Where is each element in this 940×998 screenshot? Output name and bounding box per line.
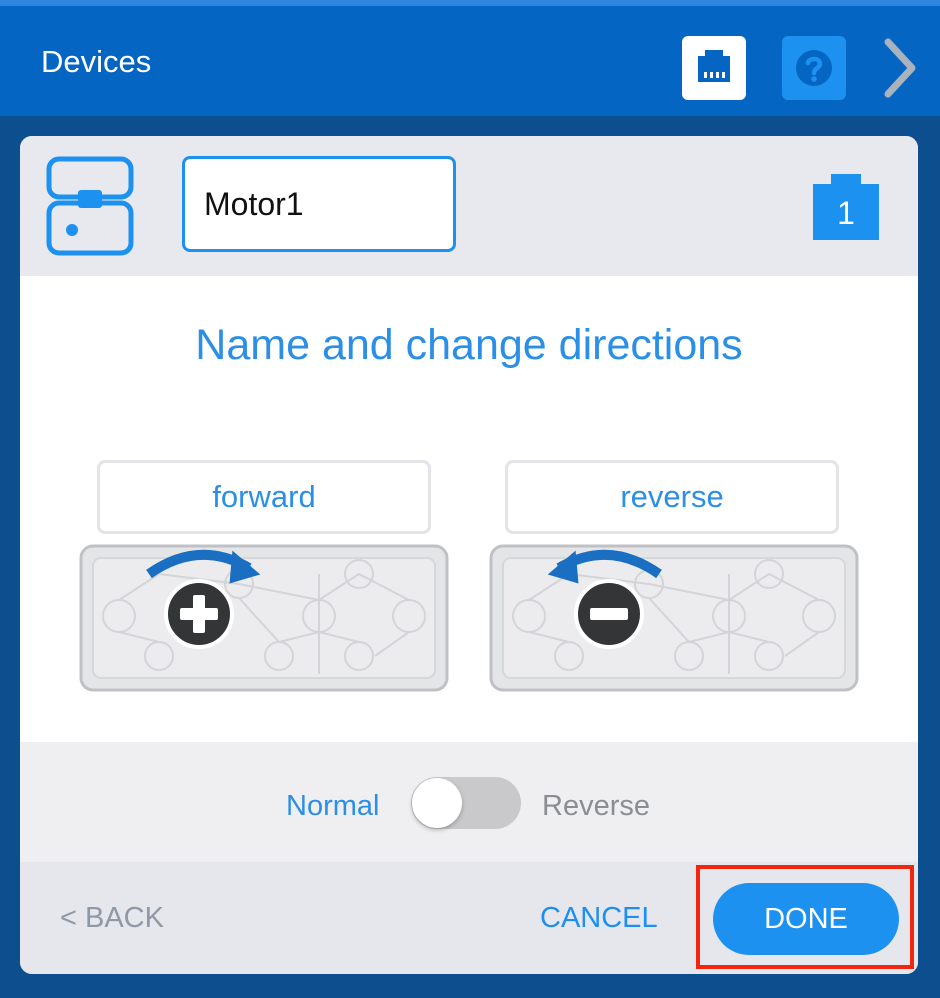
back-button[interactable]: < BACK [60, 902, 164, 935]
motor-device-icon [46, 156, 134, 256]
page-title: Devices [41, 44, 152, 79]
help-button[interactable] [782, 36, 846, 100]
cancel-button[interactable]: CANCEL [540, 902, 658, 935]
next-chevron-button[interactable] [876, 30, 924, 106]
device-header: 1 [20, 136, 918, 276]
direction-toggle-switch[interactable] [411, 777, 521, 829]
ethernet-port-icon [698, 50, 730, 82]
normal-label: Normal [286, 790, 380, 822]
port-settings-button[interactable] [682, 36, 746, 100]
motor-forward-illustration [79, 544, 449, 692]
forward-label: forward [97, 460, 431, 534]
section-title: Name and change directions [195, 321, 743, 369]
app-header: Devices [0, 6, 940, 116]
toggle-knob [412, 778, 462, 828]
reverse-label: reverse [505, 460, 839, 534]
device-name-input[interactable] [182, 156, 456, 252]
device-config-panel: 1 Name and change directions forward rev… [20, 136, 918, 974]
port-number: 1 [837, 194, 855, 231]
direction-toggle-row: Normal Reverse [20, 742, 918, 862]
question-icon [796, 50, 832, 86]
motor-reverse-illustration [489, 544, 859, 692]
chevron-right-icon [884, 38, 916, 98]
port-badge: 1 [813, 174, 879, 240]
reverse-option-label: Reverse [542, 790, 650, 822]
done-highlight-box [696, 865, 914, 969]
